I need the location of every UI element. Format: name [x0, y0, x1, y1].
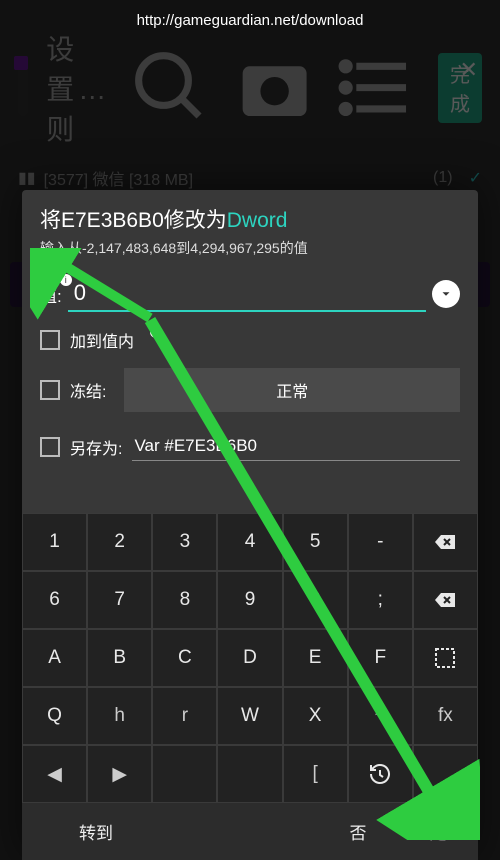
- search-icon: [128, 45, 213, 130]
- backspace-icon: [433, 588, 457, 612]
- value-input[interactable]: [68, 276, 426, 312]
- key-8[interactable]: 8: [152, 571, 217, 629]
- keypad: 12345- 67890; ABCDEF QhrWX~fx ◀▶ [ 转到 否 是: [22, 513, 478, 860]
- key-b[interactable]: B: [87, 629, 152, 687]
- key-9[interactable]: 9: [217, 571, 282, 629]
- key-c[interactable]: C: [152, 629, 217, 687]
- key-3[interactable]: 3: [152, 513, 217, 571]
- add-to-value-label: 加到值内: [70, 328, 134, 352]
- key-x[interactable]: X: [283, 687, 348, 745]
- key-d[interactable]: D: [217, 629, 282, 687]
- dialog-subtitle: 输入从-2,147,483,648到4,294,967,295的值: [40, 238, 460, 258]
- select-all-icon: [433, 646, 457, 670]
- key-fx[interactable]: fx: [413, 687, 478, 745]
- yes-button[interactable]: 是: [398, 803, 478, 860]
- key-bk[interactable]: [413, 571, 478, 629]
- dialog-title: 将E7E3B6B0修改为Dword: [40, 204, 460, 234]
- backspace-icon: [433, 530, 457, 554]
- key-~[interactable]: ~: [348, 687, 413, 745]
- bg-title: 设置…则: [46, 28, 110, 148]
- process-label: [3577] 微信 [318 MB]: [44, 166, 193, 190]
- key-empty: [413, 745, 478, 803]
- check-icon: ✓: [469, 168, 482, 188]
- key-r[interactable]: r: [152, 687, 217, 745]
- history-icon: [368, 762, 392, 786]
- key-w[interactable]: W: [217, 687, 282, 745]
- key-h[interactable]: h: [87, 687, 152, 745]
- info-icon: i: [150, 326, 162, 338]
- key-;[interactable]: ;: [348, 571, 413, 629]
- freeze-label: 冻结:: [70, 378, 106, 402]
- key-q[interactable]: Q: [22, 687, 87, 745]
- close-icon: ✕: [460, 57, 478, 83]
- saveas-label: 另存为:: [70, 435, 122, 459]
- chevron-down-icon: [439, 287, 453, 301]
- pause-icon: ▮▮: [18, 168, 36, 188]
- key-empty: [152, 745, 217, 803]
- key-sel[interactable]: [413, 629, 478, 687]
- key-6[interactable]: 6: [22, 571, 87, 629]
- key-4[interactable]: 4: [217, 513, 282, 571]
- key--[interactable]: -: [348, 513, 413, 571]
- camera-icon: [232, 45, 317, 130]
- app-icon: [18, 60, 28, 116]
- key-hist[interactable]: [348, 745, 413, 803]
- edit-value-dialog: 将E7E3B6B0修改为Dword 输入从-2,147,483,648到4,29…: [22, 190, 478, 860]
- freeze-checkbox[interactable]: [40, 380, 60, 400]
- list-icon: [335, 45, 420, 130]
- key-empty: [217, 745, 282, 803]
- key-e[interactable]: E: [283, 629, 348, 687]
- key-▶[interactable]: ▶: [87, 745, 152, 803]
- goto-button[interactable]: 转到: [22, 803, 170, 860]
- key-5[interactable]: 5: [283, 513, 348, 571]
- key-a[interactable]: A: [22, 629, 87, 687]
- key-7[interactable]: 7: [87, 571, 152, 629]
- key-[[interactable]: [: [283, 745, 348, 803]
- key-f[interactable]: F: [348, 629, 413, 687]
- key-bk[interactable]: [413, 513, 478, 571]
- key-2[interactable]: 2: [87, 513, 152, 571]
- saveas-checkbox[interactable]: [40, 437, 60, 457]
- info-icon: i: [60, 274, 72, 286]
- saveas-input[interactable]: [132, 432, 460, 461]
- key-◀[interactable]: ◀: [22, 745, 87, 803]
- key-0[interactable]: 0: [283, 571, 348, 629]
- done-button: 完成✕: [438, 53, 482, 123]
- no-button[interactable]: 否: [318, 803, 398, 860]
- url-bar: http://gameguardian.net/download: [0, 12, 500, 29]
- value-label: 值:i: [40, 282, 62, 307]
- key-1[interactable]: 1: [22, 513, 87, 571]
- freeze-mode-button[interactable]: 正常: [124, 368, 460, 412]
- add-to-value-checkbox[interactable]: [40, 330, 60, 350]
- type-dropdown[interactable]: [432, 280, 460, 308]
- result-count: (1): [433, 169, 453, 187]
